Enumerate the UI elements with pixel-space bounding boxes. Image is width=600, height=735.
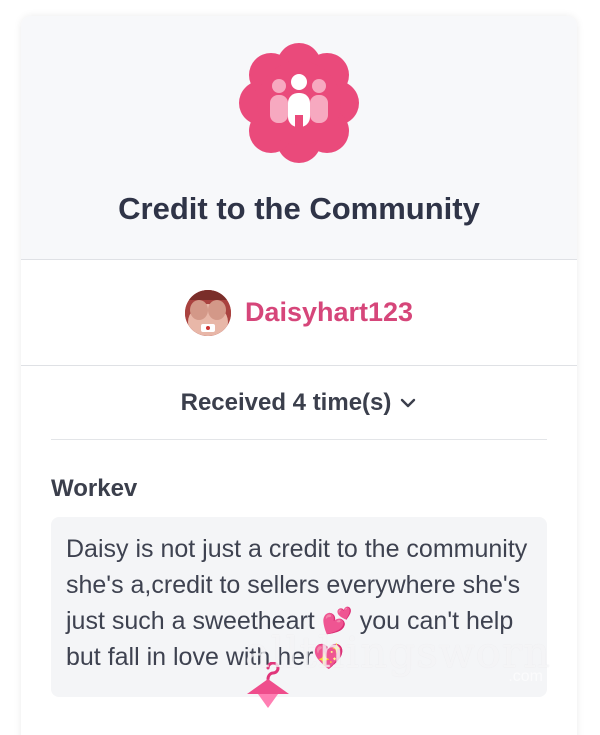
avatar[interactable] [184,289,231,336]
watermark-text: allthingsworn [244,628,551,677]
badge-title: Credit to the Community [118,191,480,226]
review-text-box: Daisy is not just a credit to the commun… [51,517,550,708]
review-author: Workev [51,475,138,502]
community-badge-icon [239,43,359,163]
badge-header: Credit to the Community [21,16,577,260]
avatar-image [184,289,231,336]
review: Workev Daisy is not just a credit to the… [21,475,577,708]
username-link[interactable]: Daisyhart123 [245,297,413,328]
user-row[interactable]: Daisyhart123 [21,260,577,366]
badge-card: Credit to the Community Daisyhart123 Rec… [21,16,577,735]
chevron-down-icon [401,398,416,407]
received-label: Received 4 time(s) [180,388,392,416]
received-toggle[interactable]: Received 4 time(s) [51,366,547,440]
watermark-sub: .com [508,668,543,685]
page: Credit to the Community Daisyhart123 Rec… [0,0,600,735]
